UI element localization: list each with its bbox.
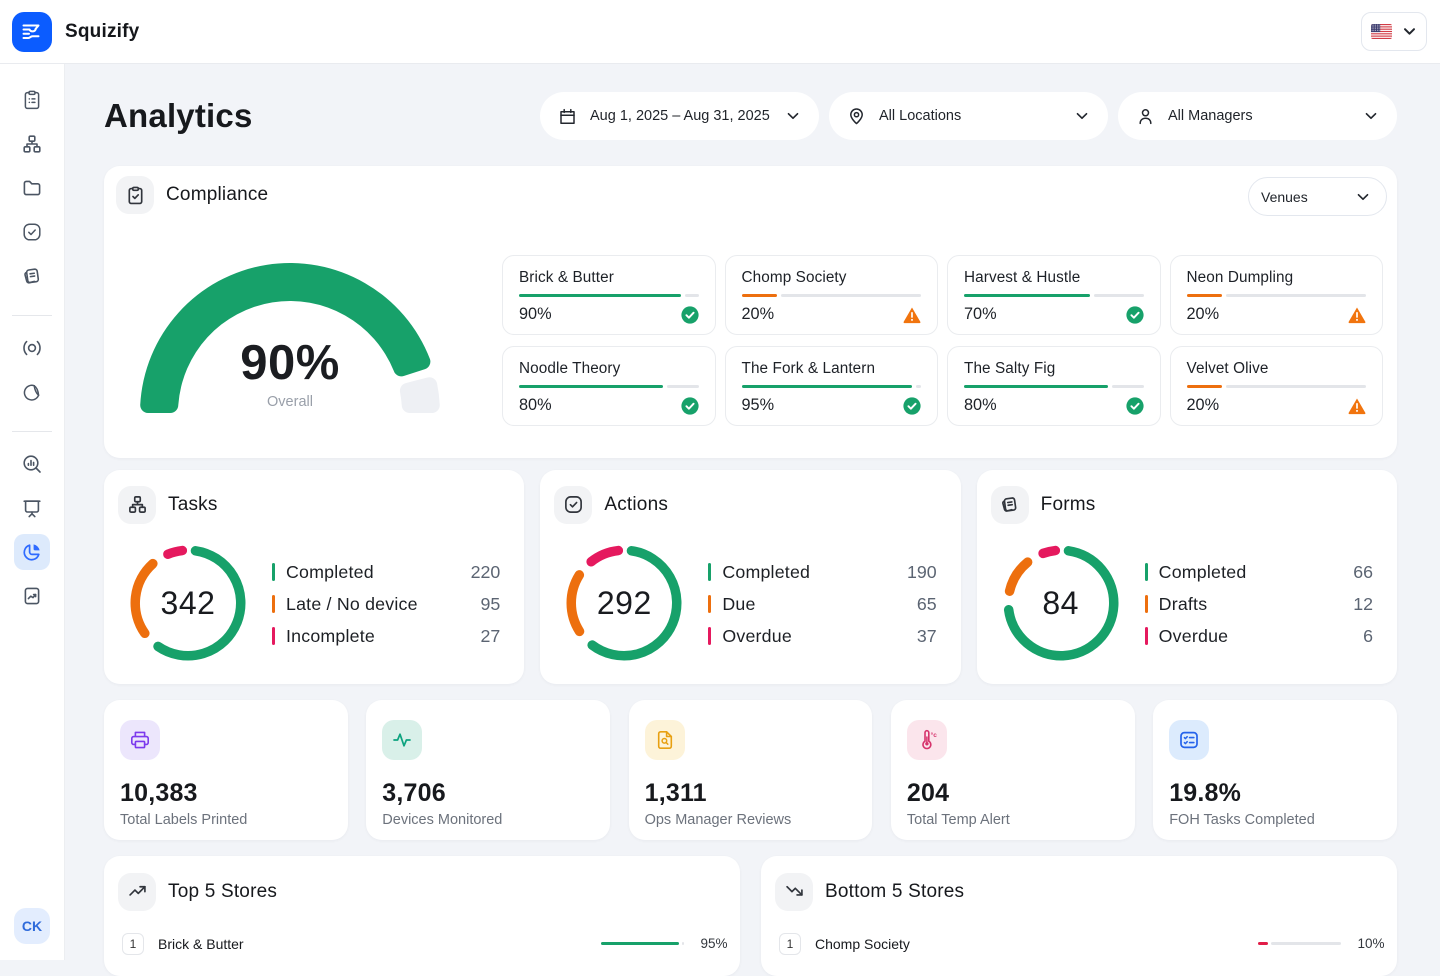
svg-text:°c: °c: [930, 731, 937, 739]
